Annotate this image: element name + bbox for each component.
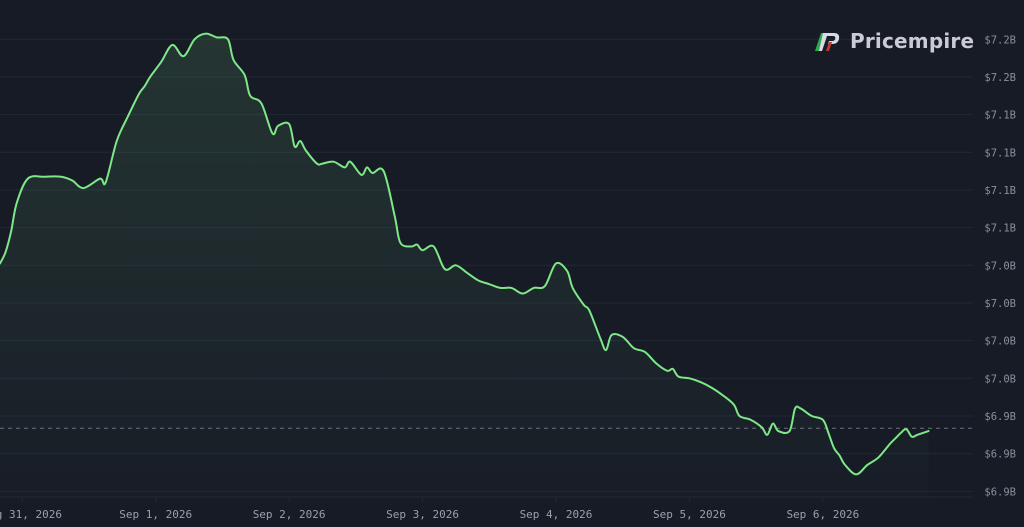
y-tick-label: $7.0B [984,373,1016,385]
brand-logo: Pricempire [812,27,974,55]
y-tick-label: $7.2B [984,34,1016,46]
brand-name: Pricempire [850,29,975,53]
x-tick-label: Sep 6, 2026 [786,508,859,521]
x-tick-label: Sep 3, 2026 [386,508,459,521]
y-tick-label: $7.1B [984,147,1016,159]
price-chart: $7.2B $7.2B $7.1B $7.1B $7.1B $7.1B $7.0B $7.0B… [0,32,1016,521]
y-tick-label: $7.0B [984,298,1016,310]
y-tick-label: $6.9B [984,449,1016,461]
x-tick-label: Sep 1, 2026 [119,508,192,521]
y-tick-label: $7.1B [984,110,1016,122]
y-tick-label: $7.2B [984,72,1016,84]
y-tick-label: $6.9B [984,411,1016,423]
y-tick-label: $7.1B [984,185,1016,197]
x-axis: Aug 31, 2026 Sep 1, 2026 Sep 2, 2026 Sep 3,… [0,497,859,521]
y-tick-label: $7.0B [984,336,1016,348]
x-tick-label: Aug 31, 2026 [0,508,62,521]
x-tick-label: Sep 4, 2026 [520,508,593,521]
y-tick-label: $7.0B [984,260,1016,272]
pricempire-logo-icon [815,33,840,51]
y-tick-label: $6.9B [984,486,1016,498]
x-tick-label: Sep 2, 2026 [253,508,326,521]
y-tick-label: $7.1B [984,223,1016,235]
x-tick-label: Sep 5, 2026 [653,508,726,521]
y-axis: $7.2B $7.2B $7.1B $7.1B $7.1B $7.1B $7.0B $7.0B… [984,34,1016,498]
